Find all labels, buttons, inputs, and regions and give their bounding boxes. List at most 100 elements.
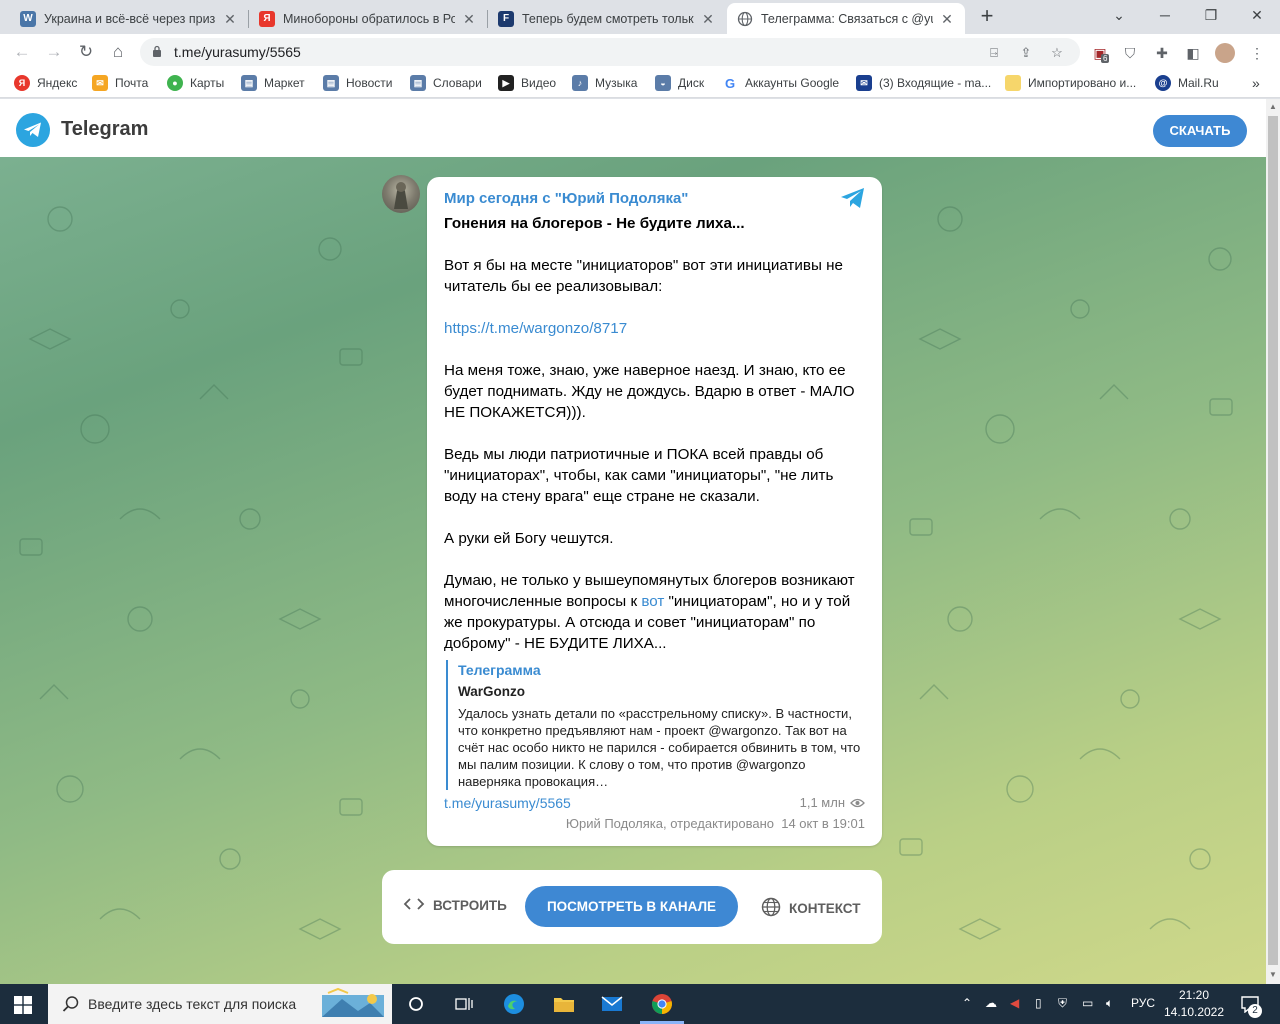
- post-date[interactable]: 14 окт в 19:01: [781, 816, 865, 831]
- forward-button[interactable]: →: [42, 40, 66, 64]
- back-button[interactable]: ←: [10, 40, 34, 64]
- bookmark-item[interactable]: ✉ Почта: [92, 75, 148, 91]
- close-tab-icon[interactable]: ✕: [939, 11, 955, 27]
- favicon-icon: W: [20, 10, 36, 27]
- reload-button[interactable]: ↻: [74, 40, 98, 64]
- url-text[interactable]: t.me/yurasumy/5565: [174, 44, 301, 60]
- mail-app-icon[interactable]: [600, 992, 624, 1016]
- bookmark-label: Яндекс: [37, 76, 78, 90]
- browser-tab-active[interactable]: Телеграмма: Связаться с @yura ✕: [727, 3, 965, 34]
- embed-label: ВСТРОИТЬ: [433, 898, 507, 913]
- search-highlight-illustration: [322, 987, 384, 1017]
- browser-tab[interactable]: W Украина и всё-всё через призм ✕: [10, 3, 248, 34]
- bookmark-item[interactable]: Импортировано и...: [1005, 75, 1136, 91]
- scroll-down-arrow-icon[interactable]: ▼: [1269, 971, 1277, 979]
- address-bar[interactable]: t.me/yurasumy/5565 ⍈ ⇪ ☆: [140, 38, 1080, 66]
- bookmark-item[interactable]: ▶ Видео: [498, 75, 556, 91]
- embed-button[interactable]: ВСТРОИТЬ: [403, 897, 507, 914]
- post-permalink[interactable]: t.me/yurasumy/5565: [444, 795, 571, 811]
- task-view-icon[interactable]: [452, 992, 476, 1016]
- browser-tab[interactable]: Я Минобороны обратилось в Рос ✕: [249, 3, 487, 34]
- tab-search-icon[interactable]: ⌄: [1096, 0, 1142, 30]
- post-link-wargonzo[interactable]: https://t.me/wargonzo/8717: [444, 320, 627, 337]
- bookmark-item[interactable]: ▤ Новости: [323, 75, 392, 91]
- system-clock[interactable]: 21:20 14.10.2022: [1162, 987, 1226, 1021]
- translate-icon[interactable]: ⍈: [986, 45, 1002, 61]
- bookmark-label: Маркет: [264, 76, 305, 90]
- context-button[interactable]: КОНТЕКСТ: [761, 897, 860, 920]
- file-explorer-icon[interactable]: [552, 992, 576, 1016]
- onedrive-icon[interactable]: ☁: [985, 996, 997, 1010]
- channel-name[interactable]: Мир сегодня с "Юрий Подоляка": [444, 190, 688, 207]
- post-meta: Юрий Подоляка, отредактировано 14 окт в …: [566, 816, 865, 831]
- home-button[interactable]: ⌂: [106, 40, 130, 64]
- shield-icon[interactable]: ⛉: [1120, 43, 1140, 63]
- post-paragraph: На меня тоже, знаю, уже наверное наезд. …: [444, 362, 855, 421]
- tab-title: Телеграмма: Связаться с @yura: [761, 11, 933, 26]
- telegram-page: Telegram СКАЧАТЬ Мир сегодня с "Юрий Под…: [0, 99, 1266, 984]
- bookmark-item[interactable]: ● Карты: [167, 75, 224, 91]
- post-card: Мир сегодня с "Юрий Подоляка" Гонения на…: [427, 177, 882, 846]
- windows-start-icon[interactable]: [14, 996, 32, 1014]
- edge-icon[interactable]: [502, 992, 526, 1016]
- chrome-icon[interactable]: [650, 992, 674, 1016]
- share-icon[interactable]: ⇪: [1018, 45, 1034, 61]
- empty-line: [444, 234, 869, 255]
- restore-button[interactable]: ❐: [1188, 0, 1234, 30]
- lock-icon[interactable]: [152, 45, 162, 57]
- more-bookmarks-icon[interactable]: »: [1252, 75, 1260, 91]
- profile-avatar[interactable]: [1215, 43, 1235, 63]
- close-tab-icon[interactable]: ✕: [461, 11, 477, 27]
- bookmark-item[interactable]: ▤ Маркет: [241, 75, 305, 91]
- bookmark-item[interactable]: ✉ (3) Входящие - ma...: [856, 75, 991, 91]
- preview-title: WarGonzo: [458, 684, 525, 699]
- bookmark-item[interactable]: ◒ Диск: [655, 75, 704, 91]
- language-indicator[interactable]: РУС: [1131, 996, 1155, 1010]
- bookmark-star-icon[interactable]: ☆: [1049, 45, 1065, 61]
- bookmark-label: Почта: [115, 76, 149, 90]
- link-preview[interactable]: Телеграмма WarGonzo Удалось узнать детал…: [446, 660, 866, 790]
- music-icon: ♪: [572, 75, 588, 91]
- page-icon: ▤: [410, 75, 426, 91]
- clock-date: 14.10.2022: [1163, 1005, 1225, 1019]
- tab-title: Украина и всё-всё через призм: [44, 11, 216, 26]
- bookmark-item[interactable]: Я Яндекс: [14, 75, 77, 91]
- close-tab-icon[interactable]: ✕: [700, 11, 716, 27]
- telegram-brand[interactable]: Telegram: [61, 118, 148, 141]
- cortana-icon[interactable]: [404, 992, 428, 1016]
- side-panel-icon[interactable]: ◧: [1183, 43, 1203, 63]
- inline-link[interactable]: вот: [641, 593, 664, 610]
- show-hidden-icons[interactable]: ⌃: [962, 996, 972, 1010]
- volume-icon[interactable]: 🔈︎: [1106, 996, 1113, 1011]
- tab-strip: W Украина и всё-всё через призм ✕ Я Мино…: [0, 0, 1280, 34]
- close-window-button[interactable]: ✕: [1234, 0, 1280, 30]
- empty-line: [444, 423, 869, 444]
- scrollbar-thumb[interactable]: [1268, 116, 1278, 965]
- download-button[interactable]: СКАЧАТЬ: [1153, 115, 1247, 147]
- network-icon[interactable]: ▭: [1082, 996, 1093, 1010]
- new-tab-button[interactable]: +: [976, 5, 998, 28]
- scroll-up-arrow-icon[interactable]: ▲: [1269, 103, 1277, 111]
- puzzle-icon[interactable]: ✚: [1152, 43, 1172, 63]
- bookmark-item[interactable]: ♪ Музыка: [572, 75, 637, 91]
- page-scrollbar[interactable]: ▲ ▼: [1266, 99, 1280, 984]
- menu-icon[interactable]: ⋮: [1247, 43, 1267, 63]
- antivirus-icon[interactable]: ◀: [1010, 996, 1019, 1010]
- mailru-icon: @: [1155, 75, 1171, 91]
- browser-tab[interactable]: F Теперь будем смотреть только ✕: [488, 3, 726, 34]
- maps-icon: ●: [167, 75, 183, 91]
- view-in-channel-button[interactable]: ПОСМОТРЕТЬ В КАНАЛЕ: [525, 886, 738, 927]
- defender-icon[interactable]: ⛨: [1058, 996, 1067, 1011]
- bookmark-item[interactable]: @ Mail.Ru: [1155, 75, 1219, 91]
- usb-icon[interactable]: ▯: [1035, 996, 1042, 1010]
- bookmark-item[interactable]: ▤ Словари: [410, 75, 482, 91]
- page-icon: ▤: [241, 75, 257, 91]
- minimize-button[interactable]: ─: [1142, 0, 1188, 30]
- bookmark-label: Новости: [346, 76, 393, 90]
- close-tab-icon[interactable]: ✕: [222, 11, 238, 27]
- channel-avatar[interactable]: [382, 175, 420, 213]
- mail-icon: ✉: [92, 75, 108, 91]
- bookmark-item[interactable]: G Аккаунты Google: [722, 75, 839, 91]
- taskbar-search[interactable]: Введите здесь текст для поиска: [48, 984, 392, 1024]
- telegram-logo-icon[interactable]: [16, 113, 50, 147]
